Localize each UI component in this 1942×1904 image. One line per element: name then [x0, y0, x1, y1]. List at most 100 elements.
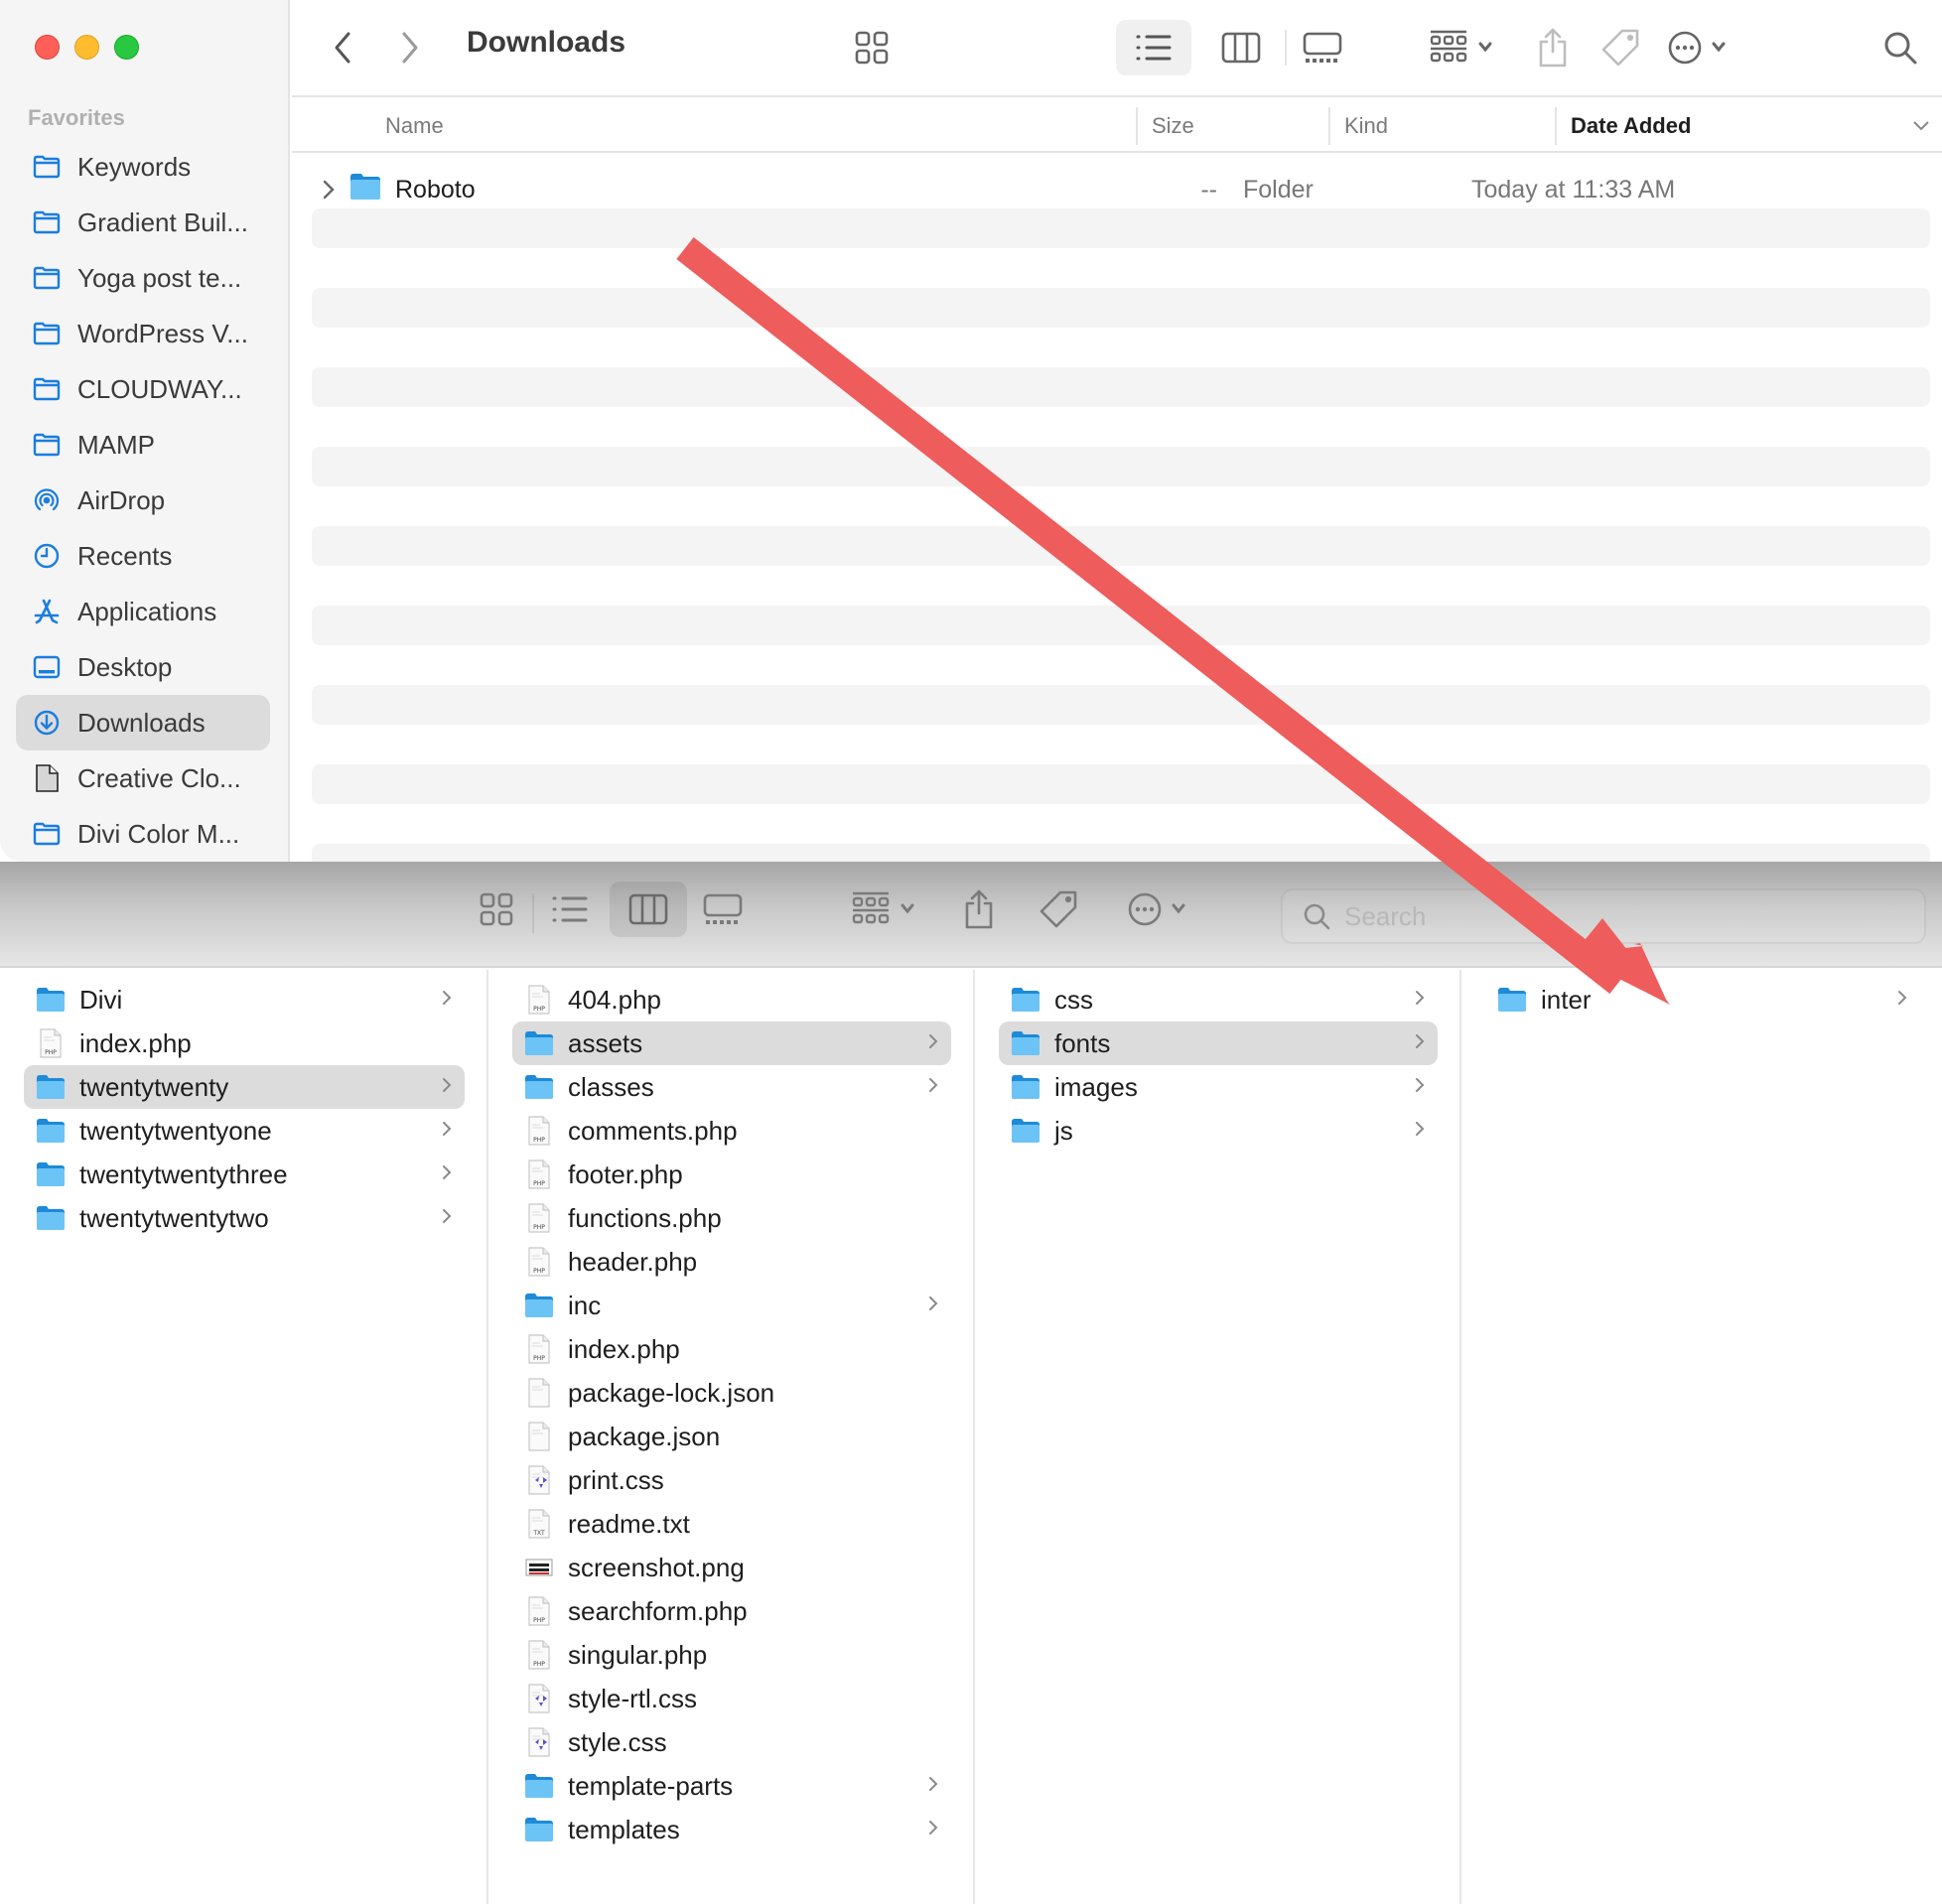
folder-icon	[1011, 1116, 1040, 1146]
item-name: index.php	[568, 1333, 680, 1364]
sidebar-item-desktop[interactable]: Desktop	[16, 639, 270, 695]
sidebar-item-airdrop[interactable]: AirDrop	[16, 473, 270, 528]
icon-view-button[interactable]	[467, 882, 526, 937]
search-input[interactable]	[1344, 900, 1900, 932]
column-header-kind[interactable]: Kind	[1344, 99, 1388, 153]
share-button[interactable]	[949, 882, 1009, 937]
sidebar-item-label: Divi Color M...	[77, 818, 240, 849]
gallery-view-button[interactable]	[693, 882, 753, 937]
icon-view-icon	[480, 892, 513, 926]
forward-button[interactable]	[385, 20, 435, 75]
column-separator[interactable]	[1136, 107, 1138, 145]
folder-item[interactable]: classes	[512, 1065, 951, 1109]
disclosure-triangle[interactable]	[316, 179, 342, 201]
more-actions-button[interactable]	[1660, 20, 1739, 75]
file-item[interactable]: PHP index.php	[24, 1021, 465, 1065]
folder-item[interactable]: twentytwentytwo	[24, 1196, 465, 1240]
folder-item[interactable]: assets	[512, 1021, 951, 1065]
chevron-right-icon	[927, 1074, 939, 1096]
minimize-window-button[interactable]	[74, 35, 99, 60]
folder-item[interactable]: twentytwentythree	[24, 1153, 465, 1196]
css-file-icon	[524, 1684, 554, 1713]
list-header: Name Size Kind Date Added	[292, 99, 1942, 153]
folder-item[interactable]: twentytwentyone	[24, 1109, 465, 1153]
folder-icon	[37, 1162, 65, 1186]
sidebar-item-wordpress-v[interactable]: WordPress V...	[16, 306, 270, 361]
folder-item[interactable]: Divi	[24, 978, 465, 1021]
folder-item[interactable]: templates	[512, 1808, 951, 1851]
icon-view-button[interactable]	[840, 20, 903, 75]
more-actions-button[interactable]	[1120, 882, 1199, 937]
file-item[interactable]: TXT readme.txt	[512, 1502, 951, 1546]
close-window-button[interactable]	[35, 35, 60, 60]
group-by-button[interactable]	[846, 882, 925, 937]
folder-item[interactable]: images	[999, 1065, 1438, 1109]
folder-item[interactable]: twentytwenty	[24, 1065, 465, 1109]
column-separator[interactable]	[1555, 107, 1557, 145]
sidebar-item-applications[interactable]: Applications	[16, 584, 270, 639]
file-item[interactable]: style-rtl.css	[512, 1677, 951, 1720]
share-button[interactable]	[1523, 20, 1583, 75]
list-row-roboto[interactable]: Roboto -- Folder Today at 11:33 AM	[312, 167, 1930, 212]
sidebar-item-creative-clo[interactable]: Creative Clo...	[16, 750, 270, 806]
column-header-name[interactable]: Name	[385, 99, 444, 153]
sidebar-item-keywords[interactable]: Keywords	[16, 139, 270, 195]
file-item[interactable]: PHP index.php	[512, 1327, 951, 1371]
window-title: Downloads	[467, 26, 626, 59]
php-file-icon: PHP	[528, 1203, 550, 1233]
column-view-button[interactable]	[1209, 20, 1273, 75]
folder-icon	[1012, 1119, 1040, 1143]
tag-button[interactable]	[1029, 882, 1088, 937]
php-file-icon: PHP	[524, 1203, 554, 1233]
back-button[interactable]	[318, 20, 367, 75]
gallery-view-button[interactable]	[1285, 20, 1360, 75]
css-file-icon	[528, 1465, 550, 1495]
chevron-right-icon	[441, 987, 453, 1009]
column-header-date-added[interactable]: Date Added	[1571, 99, 1691, 153]
file-item[interactable]: package.json	[512, 1415, 951, 1458]
group-icon	[1430, 30, 1492, 63]
folder-item[interactable]: inter	[1485, 978, 1920, 1021]
sort-direction-chevron[interactable]	[1912, 99, 1930, 153]
folder-item[interactable]: js	[999, 1109, 1438, 1153]
item-name: twentytwentythree	[79, 1158, 288, 1189]
chevron-right-icon	[323, 180, 335, 200]
column-view-button[interactable]	[610, 882, 687, 937]
file-item[interactable]: PHP footer.php	[512, 1153, 951, 1196]
folder-item[interactable]: inc	[512, 1284, 951, 1327]
file-item[interactable]: PHP 404.php	[512, 978, 951, 1021]
sidebar-item-downloads[interactable]: Downloads	[16, 695, 270, 750]
file-item[interactable]: package-lock.json	[512, 1371, 951, 1415]
group-by-button[interactable]	[1424, 20, 1503, 75]
column-separator[interactable]	[1328, 107, 1330, 145]
column-header-size[interactable]: Size	[1152, 99, 1194, 153]
sidebar-item-recents[interactable]: Recents	[16, 528, 270, 584]
folder-icon	[37, 1075, 65, 1099]
airdrop-icon	[32, 485, 62, 515]
file-item[interactable]: style.css	[512, 1720, 951, 1764]
sidebar-item-cloudway[interactable]: CLOUDWAY...	[16, 361, 270, 417]
item-name: screenshot.png	[568, 1552, 745, 1582]
sidebar-item-yoga-post-te[interactable]: Yoga post te...	[16, 250, 270, 306]
search-button[interactable]	[1871, 20, 1930, 75]
file-item[interactable]: PHP singular.php	[512, 1633, 951, 1677]
list-view-button-active[interactable]	[1116, 20, 1191, 75]
file-item[interactable]: PHP comments.php	[512, 1109, 951, 1153]
sidebar-item-divi-color-m[interactable]: Divi Color M...	[16, 806, 270, 862]
tag-button[interactable]	[1591, 20, 1650, 75]
zoom-window-button[interactable]	[114, 35, 139, 60]
file-item[interactable]: PHP searchform.php	[512, 1589, 951, 1633]
file-item[interactable]: PHP header.php	[512, 1240, 951, 1284]
folder-item[interactable]: css	[999, 978, 1438, 1021]
sidebar-item-gradient-buil[interactable]: Gradient Buil...	[16, 195, 270, 250]
search-field[interactable]	[1281, 888, 1926, 944]
file-item[interactable]: print.css	[512, 1458, 951, 1502]
browser-column-2: PHP 404.php assets classes PHP comments.php PH…	[488, 970, 975, 1904]
file-item[interactable]: screenshot.png	[512, 1546, 951, 1589]
folder-item[interactable]: template-parts	[512, 1764, 951, 1808]
list-view-button[interactable]	[540, 882, 600, 937]
file-item[interactable]: PHP functions.php	[512, 1196, 951, 1240]
folder-item[interactable]: fonts	[999, 1021, 1438, 1065]
sidebar-item-mamp[interactable]: MAMP	[16, 417, 270, 473]
folder-icon	[1011, 1028, 1040, 1058]
